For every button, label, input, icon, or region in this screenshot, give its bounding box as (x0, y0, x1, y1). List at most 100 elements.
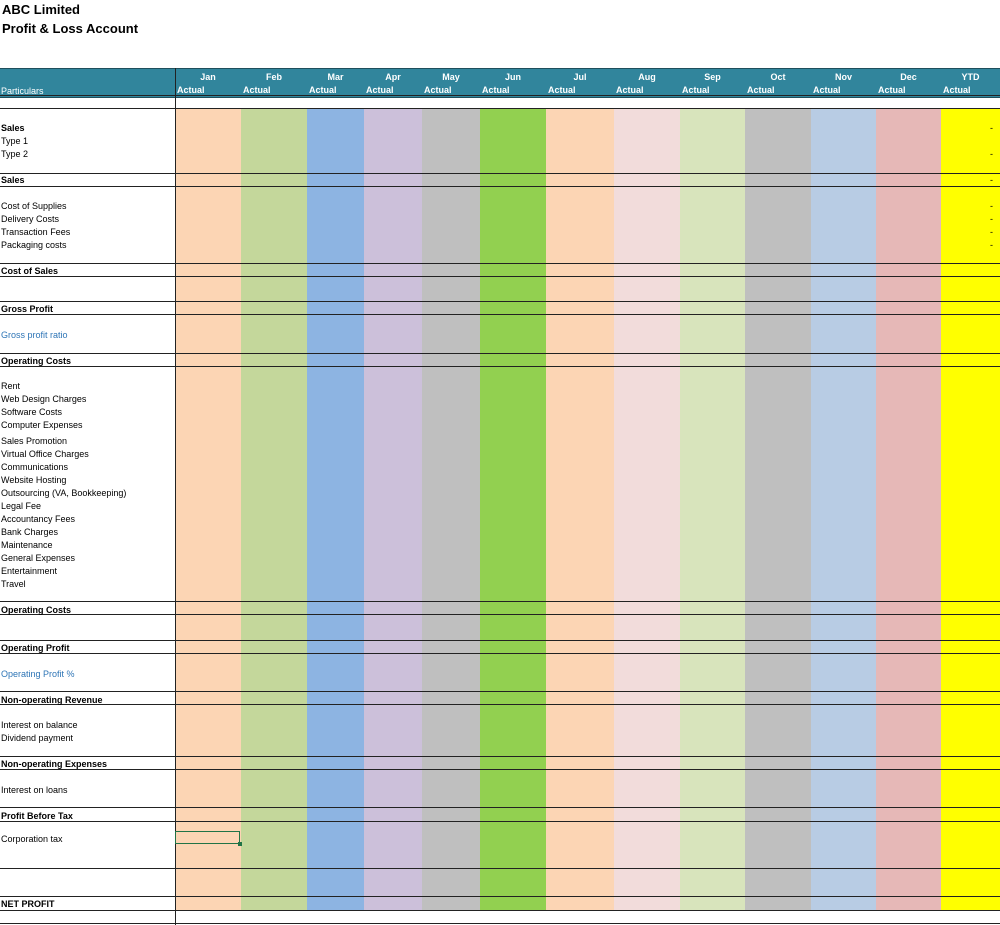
header-oct[interactable]: Oct Actual (745, 69, 811, 97)
column-header-row: Particulars Jan Actual Feb Actual Mar Actual A… (0, 68, 1000, 98)
row-label[interactable]: Packaging costs (1, 240, 67, 250)
row-label[interactable]: Maintenance (1, 540, 53, 550)
column-fill-aug[interactable] (614, 108, 680, 910)
particulars-divider (175, 68, 176, 925)
ytd-value[interactable]: - (990, 201, 993, 211)
spreadsheet-grid[interactable]: ABC Limited Profit & Loss Account Partic… (0, 0, 1000, 925)
row-label[interactable]: Outsourcing (VA, Bookkeeping) (1, 488, 126, 498)
row-label[interactable]: Legal Fee (1, 501, 41, 511)
column-fill-oct[interactable] (745, 108, 811, 910)
header-sub-label: Actual (309, 85, 337, 95)
row-label[interactable]: Operating Costs (1, 605, 71, 615)
header-mar[interactable]: Mar Actual (307, 69, 364, 97)
row-label[interactable]: Sales Promotion (1, 436, 67, 446)
row-label[interactable]: Web Design Charges (1, 394, 86, 404)
header-ytd[interactable]: YTD Actual (941, 69, 1000, 97)
selected-cell[interactable] (175, 831, 242, 846)
row-label[interactable]: Type 1 (1, 136, 28, 146)
column-fill-nov[interactable] (811, 108, 876, 910)
row-border (0, 807, 1000, 808)
column-fill-feb[interactable] (241, 108, 307, 910)
header-month-label: Mar (327, 72, 344, 82)
row-border (0, 353, 1000, 354)
row-border (0, 263, 1000, 264)
header-sub-label: Actual (616, 85, 644, 95)
row-border (0, 653, 1000, 654)
ytd-value[interactable]: - (990, 123, 993, 133)
header-sub-label: Actual (243, 85, 271, 95)
row-label[interactable]: Bank Charges (1, 527, 58, 537)
header-sub-label: Actual (813, 85, 841, 95)
row-label[interactable]: Type 2 (1, 149, 28, 159)
header-apr[interactable]: Apr Actual (364, 69, 422, 97)
company-name: ABC Limited (2, 2, 80, 17)
header-jun[interactable]: Jun Actual (480, 69, 546, 97)
row-label[interactable]: Software Costs (1, 407, 62, 417)
column-fill-sep[interactable] (680, 108, 745, 910)
header-may[interactable]: May Actual (422, 69, 480, 97)
row-border (0, 756, 1000, 757)
row-label[interactable]: Communications (1, 462, 68, 472)
header-sub-label: Actual (878, 85, 906, 95)
row-border (0, 704, 1000, 705)
row-border (0, 614, 1000, 615)
ytd-value[interactable]: - (990, 240, 993, 250)
column-fill-may[interactable] (422, 108, 480, 910)
row-label[interactable]: Entertainment (1, 566, 57, 576)
row-label[interactable]: Sales (1, 175, 25, 185)
header-month-label: Apr (385, 72, 401, 82)
row-label[interactable]: Cost of Supplies (1, 201, 67, 211)
header-jul[interactable]: Jul Actual (546, 69, 614, 97)
row-label[interactable]: Computer Expenses (1, 420, 83, 430)
column-fill-dec[interactable] (876, 108, 941, 910)
row-label[interactable]: Profit Before Tax (1, 811, 73, 821)
header-sub-label: Actual (548, 85, 576, 95)
ytd-value[interactable]: - (990, 175, 993, 185)
header-sep[interactable]: Sep Actual (680, 69, 745, 97)
row-label[interactable]: Website Hosting (1, 475, 66, 485)
header-month-label: May (442, 72, 460, 82)
row-label[interactable]: Virtual Office Charges (1, 449, 89, 459)
header-feb[interactable]: Feb Actual (241, 69, 307, 97)
row-label[interactable]: Transaction Fees (1, 227, 70, 237)
row-label[interactable]: Operating Costs (1, 356, 71, 366)
row-label[interactable]: Gross Profit (1, 304, 53, 314)
row-label[interactable]: NET PROFIT (1, 899, 55, 909)
column-fill-apr[interactable] (364, 108, 422, 910)
row-label[interactable]: Non-operating Expenses (1, 759, 107, 769)
row-label[interactable]: Interest on loans (1, 785, 68, 795)
fill-handle[interactable] (238, 842, 242, 846)
row-label[interactable]: Travel (1, 579, 26, 589)
column-fill-jul[interactable] (546, 108, 614, 910)
header-month-label: Nov (834, 72, 852, 82)
ytd-value[interactable]: - (990, 214, 993, 224)
ytd-value[interactable]: - (990, 149, 993, 159)
header-nov[interactable]: Nov Actual (811, 69, 876, 97)
row-label[interactable]: Delivery Costs (1, 214, 59, 224)
row-label[interactable]: Dividend payment (1, 733, 73, 743)
row-border (0, 769, 1000, 770)
row-border (0, 366, 1000, 367)
row-label[interactable]: Corporation tax (1, 834, 63, 844)
header-aug[interactable]: Aug Actual (614, 69, 680, 97)
column-fill-mar[interactable] (307, 108, 364, 910)
row-label[interactable]: Non-operating Revenue (1, 695, 103, 705)
column-fill-jan[interactable] (175, 108, 241, 910)
row-label[interactable]: Cost of Sales (1, 266, 58, 276)
row-label[interactable]: General Expenses (1, 553, 75, 563)
row-label[interactable]: Accountancy Fees (1, 514, 75, 524)
row-label[interactable]: Sales (1, 123, 25, 133)
header-sub-label: Actual (682, 85, 710, 95)
header-dec[interactable]: Dec Actual (876, 69, 941, 97)
row-label[interactable]: Operating Profit % (1, 669, 75, 679)
row-label[interactable]: Operating Profit (1, 643, 70, 653)
header-jan[interactable]: Jan Actual (175, 69, 241, 97)
row-label[interactable]: Gross profit ratio (1, 330, 68, 340)
header-sub-label: Actual (366, 85, 394, 95)
row-label[interactable]: Interest on balance (1, 720, 78, 730)
row-label[interactable]: Rent (1, 381, 20, 391)
ytd-value[interactable]: - (990, 227, 993, 237)
column-fill-jun[interactable] (480, 108, 546, 910)
row-border (0, 910, 1000, 911)
row-border (0, 173, 1000, 174)
